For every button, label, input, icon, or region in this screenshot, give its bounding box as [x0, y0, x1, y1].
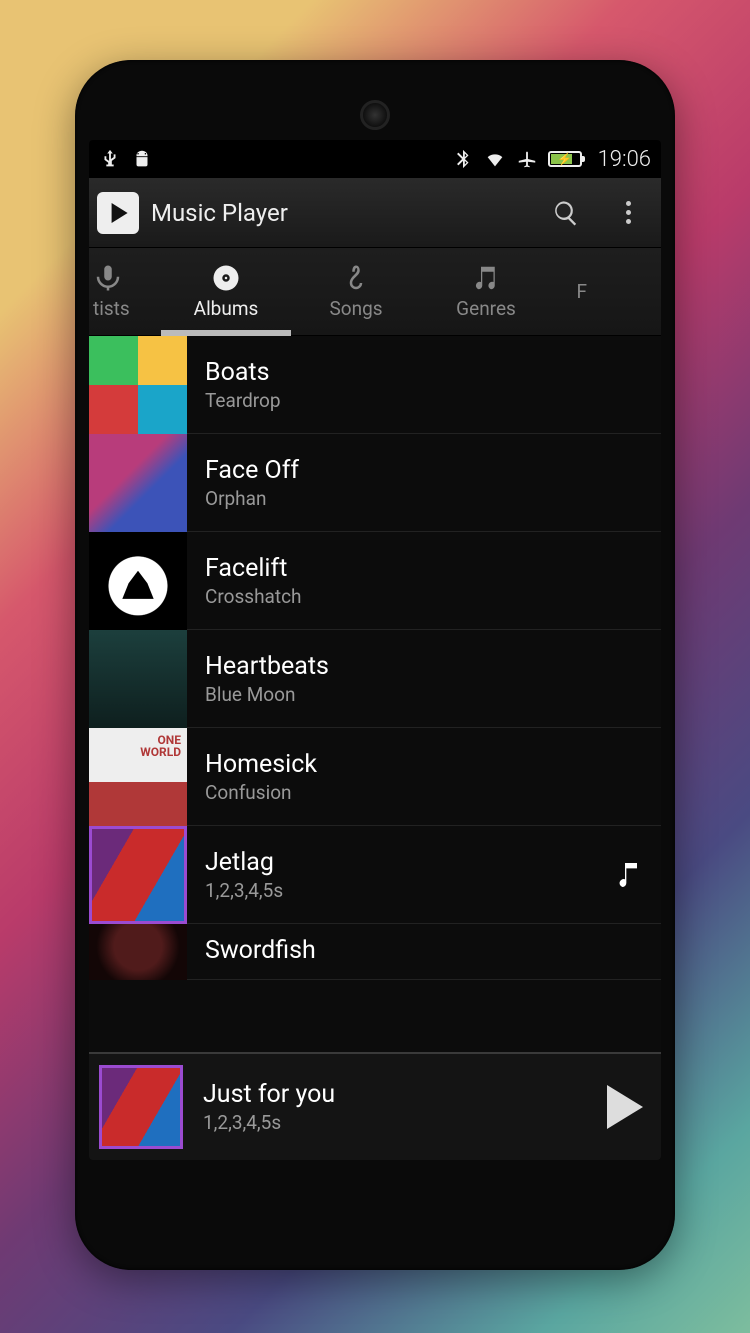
search-icon — [552, 199, 580, 227]
battery-icon: ⚡ — [548, 151, 582, 167]
album-artist: Blue Moon — [205, 683, 645, 706]
album-title: Swordfish — [205, 936, 645, 965]
album-list[interactable]: Boats Teardrop Face Off Orphan Facelift … — [89, 336, 661, 1052]
album-artist: Orphan — [205, 487, 645, 510]
now-playing-bar[interactable]: Just for you 1,2,3,4,5s — [89, 1052, 661, 1160]
phone-frame: ⚡ 19:06 Music Player tists Albums — [75, 60, 675, 1270]
bluetooth-icon — [452, 148, 474, 170]
list-item[interactable]: Jetlag 1,2,3,4,5s — [89, 826, 661, 924]
app-icon[interactable] — [97, 192, 139, 234]
tab-label: Albums — [194, 297, 259, 320]
tab-label: F — [576, 280, 587, 303]
tab-label: Songs — [329, 297, 382, 320]
album-title: Jetlag — [205, 848, 595, 877]
album-art — [89, 924, 187, 980]
mic-icon — [93, 263, 123, 293]
android-icon — [131, 148, 153, 170]
album-artist: Crosshatch — [205, 585, 645, 608]
album-art — [89, 728, 187, 826]
list-item[interactable]: Face Off Orphan — [89, 434, 661, 532]
overflow-menu-button[interactable] — [603, 188, 653, 238]
album-title: Homesick — [205, 750, 645, 779]
tab-artists[interactable]: tists — [89, 248, 161, 335]
album-art — [89, 826, 187, 924]
now-playing-art — [99, 1065, 183, 1149]
album-art — [89, 532, 187, 630]
album-art — [89, 434, 187, 532]
play-button[interactable] — [607, 1085, 643, 1129]
list-item[interactable]: Swordfish — [89, 924, 661, 980]
now-playing-artist: 1,2,3,4,5s — [203, 1111, 587, 1134]
wifi-icon — [484, 148, 506, 170]
tab-label: tists — [93, 297, 130, 320]
album-art — [89, 336, 187, 434]
treble-clef-icon — [341, 263, 371, 293]
app-title: Music Player — [151, 199, 529, 227]
airplane-icon — [516, 148, 538, 170]
screen: ⚡ 19:06 Music Player tists Albums — [89, 140, 661, 1160]
album-title: Facelift — [205, 554, 645, 583]
tab-bar: tists Albums Songs Genres F — [89, 248, 661, 336]
tab-label: Genres — [456, 297, 516, 320]
usb-icon — [99, 148, 121, 170]
tab-albums[interactable]: Albums — [161, 248, 291, 335]
disc-icon — [211, 263, 241, 293]
album-art — [89, 630, 187, 728]
album-artist: Teardrop — [205, 389, 645, 412]
list-item[interactable]: Facelift Crosshatch — [89, 532, 661, 630]
tab-songs[interactable]: Songs — [291, 248, 421, 335]
album-title: Boats — [205, 358, 645, 387]
now-playing-title: Just for you — [203, 1080, 587, 1109]
search-button[interactable] — [541, 188, 591, 238]
action-bar: Music Player — [89, 178, 661, 248]
list-item[interactable]: Homesick Confusion — [89, 728, 661, 826]
album-title: Heartbeats — [205, 652, 645, 681]
status-bar: ⚡ 19:06 — [89, 140, 661, 178]
clock: 19:06 — [598, 147, 651, 172]
album-artist: Confusion — [205, 781, 645, 804]
music-notes-icon — [471, 263, 501, 293]
list-item[interactable]: Heartbeats Blue Moon — [89, 630, 661, 728]
list-item[interactable]: Boats Teardrop — [89, 336, 661, 434]
tab-next-partial[interactable]: F — [551, 248, 591, 335]
album-artist: 1,2,3,4,5s — [205, 879, 595, 902]
music-note-icon — [613, 859, 645, 891]
tab-genres[interactable]: Genres — [421, 248, 551, 335]
album-title: Face Off — [205, 456, 645, 485]
